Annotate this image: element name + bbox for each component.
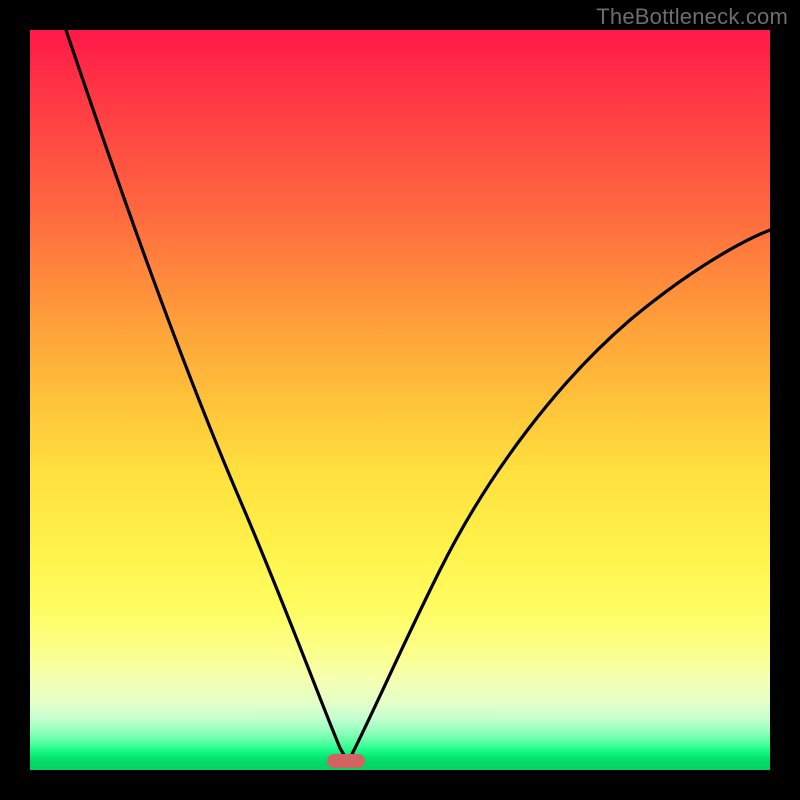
left-curve: [66, 30, 348, 762]
bottleneck-curve: [30, 30, 770, 770]
plot-area: [30, 30, 770, 770]
right-curve: [348, 230, 770, 762]
optimal-marker: [327, 754, 365, 768]
chart-frame: TheBottleneck.com: [0, 0, 800, 800]
watermark-text: TheBottleneck.com: [596, 4, 788, 30]
